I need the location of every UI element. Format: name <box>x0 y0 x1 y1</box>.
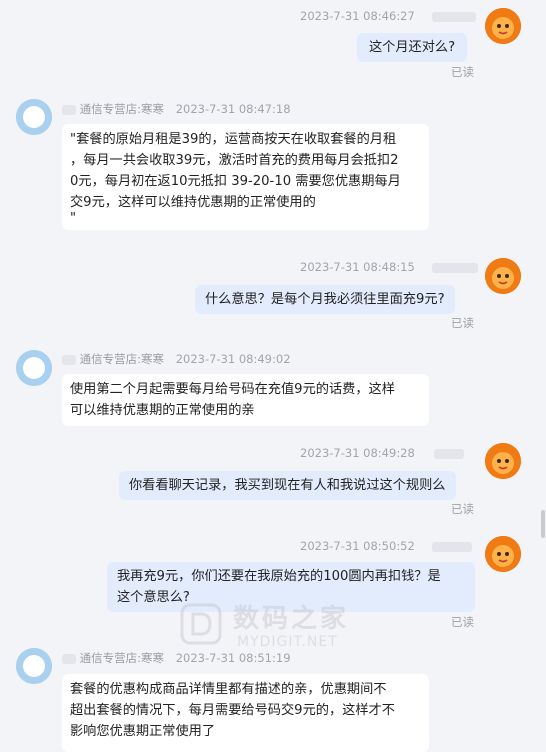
message-bubble-outgoing[interactable]: 什么意思？是每个月我必须往里面充9元? <box>195 285 455 314</box>
redacted-username <box>432 262 479 273</box>
shop-name: 通信专营店:寒寒 <box>79 102 165 116</box>
redacted-username <box>432 11 477 22</box>
read-receipt: 已读 <box>451 502 474 516</box>
message-text-line: 0元，每月初在返10元抵扣 39-20-10 需要您优惠期每月 <box>70 174 401 189</box>
shop-name: 通信专营店:寒寒 <box>79 651 165 665</box>
user-avatar[interactable] <box>485 8 521 44</box>
user-avatar[interactable] <box>485 536 521 572</box>
shop-avatar[interactable] <box>16 350 52 386</box>
redacted-shop-prefix <box>62 354 76 365</box>
message-meta: 通信专营店:寒寒 2023-7-31 08:47:18 <box>62 101 291 117</box>
watermark-logo-icon <box>180 603 222 645</box>
shop-name: 通信专营店:寒寒 <box>79 352 165 366</box>
scrollbar-thumb[interactable] <box>541 510 545 538</box>
message-bubble-incoming[interactable]: "套餐的原始月租是39的，运营商按天在收取套餐的月租 ，每月一共会收取39元，激… <box>62 124 429 230</box>
message-text-line: 超出套餐的情况下，每月需要给号码交9元的，这样才不 <box>70 703 395 718</box>
shop-avatar[interactable] <box>16 99 52 135</box>
redacted-shop-prefix <box>62 653 76 664</box>
message-text: 什么意思？是每个月我必须往里面充9元? <box>205 292 445 307</box>
message-time: 2023-7-31 08:50:52 <box>300 539 415 553</box>
shop-avatar-icon <box>16 648 52 684</box>
read-receipt: 已读 <box>451 316 474 330</box>
user-avatar[interactable] <box>485 258 521 294</box>
redacted-username <box>432 541 473 552</box>
message-text-line: ，每月一共会收取39元，激活时首充的费用每月会抵扣2 <box>70 153 399 168</box>
read-receipt: 已读 <box>451 65 474 79</box>
message-text-line: 使用第二个月起需要每月给号码在充值9元的话费，这样 <box>70 382 395 397</box>
message-bubble-incoming[interactable]: 使用第二个月起需要每月给号码在充值9元的话费，这样 可以维持优惠期的正常使用的亲 <box>62 374 429 426</box>
user-avatar[interactable] <box>485 443 521 479</box>
message-time: 2023-7-31 08:48:15 <box>300 260 415 274</box>
user-avatar-icon <box>485 8 521 44</box>
message-text-line: "套餐的原始月租是39的，运营商按天在收取套餐的月租 <box>70 132 397 147</box>
message-meta: 2023-7-31 08:50:52 <box>300 539 473 553</box>
read-receipt: 已读 <box>451 615 474 629</box>
watermark: 数码之家 MYDIGIT.NET <box>175 594 375 664</box>
message-text-line: 套餐的优惠构成商品详情里都有描述的亲，优惠期间不 <box>70 682 387 697</box>
user-avatar-icon <box>485 536 521 572</box>
message-text-line: " <box>70 211 77 226</box>
user-avatar-icon <box>485 258 521 294</box>
shop-avatar[interactable] <box>16 648 52 684</box>
message-bubble-outgoing[interactable]: 你看看聊天记录，我买到现在有人和我说过这个规则么 <box>119 471 456 500</box>
shop-avatar-icon <box>16 350 52 386</box>
message-text-line: 交9元，这样可以维持优惠期的正常使用的 <box>70 195 316 210</box>
message-bubble-incoming[interactable]: 套餐的优惠构成商品详情里都有描述的亲，优惠期间不 超出套餐的情况下，每月需要给号… <box>62 674 429 752</box>
message-text-line: 影响您优惠期正常使用了 <box>70 724 216 739</box>
message-text-line: 可以维持优惠期的正常使用的亲 <box>70 403 255 418</box>
watermark-title: 数码之家 <box>233 604 350 634</box>
message-text-line: 我再充9元，你们还要在我原始充的100圆内再扣钱？是 <box>117 569 441 584</box>
watermark-url: MYDIGIT.NET <box>237 634 338 650</box>
redacted-shop-prefix <box>62 104 76 115</box>
message-text: 你看看聊天记录，我买到现在有人和我说过这个规则么 <box>129 478 446 493</box>
message-time: 2023-7-31 08:49:02 <box>175 352 291 366</box>
message-bubble-outgoing[interactable]: 这个月还对么? <box>357 33 468 62</box>
message-meta: 2023-7-31 08:46:27 <box>300 9 477 23</box>
message-time: 2023-7-31 08:49:28 <box>300 446 415 460</box>
user-avatar-icon <box>485 443 521 479</box>
message-time: 2023-7-31 08:47:18 <box>175 102 291 116</box>
message-text: 这个月还对么? <box>369 40 456 55</box>
redacted-username <box>434 448 465 459</box>
message-meta: 2023-7-31 08:49:28 <box>300 446 465 460</box>
message-time: 2023-7-31 08:46:27 <box>300 9 415 23</box>
message-meta: 2023-7-31 08:48:15 <box>300 260 479 274</box>
shop-avatar-icon <box>16 99 52 135</box>
message-meta: 通信专营店:寒寒 2023-7-31 08:49:02 <box>62 351 291 367</box>
